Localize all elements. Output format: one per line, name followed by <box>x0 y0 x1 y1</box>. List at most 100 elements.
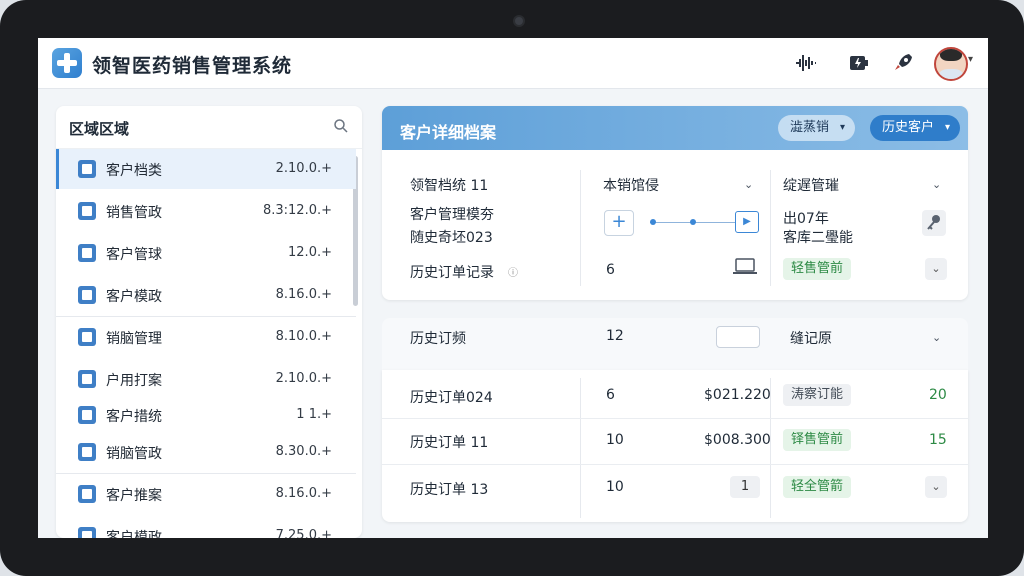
card-title: 客户详细档案 <box>400 123 497 142</box>
detail-field: 6 <box>606 262 615 278</box>
divider <box>382 464 968 465</box>
sidebar-item-label: 销脑管理 <box>106 331 162 347</box>
filter-dropdown[interactable]: 澁蒸销 ▾ <box>778 115 856 141</box>
list-icon <box>78 244 96 262</box>
chevron-down-icon[interactable]: ⌄ <box>744 178 753 191</box>
chevron-down-icon: ▾ <box>944 122 951 133</box>
detail-field: 客库二璺能 <box>783 230 853 246</box>
orders-header-count: 12 <box>606 328 624 344</box>
order-count: 15 <box>929 432 947 448</box>
sidebar-item-value: 8.3:12.0.+ <box>262 203 332 218</box>
flow-dot <box>650 219 656 225</box>
id-card-icon <box>78 202 96 220</box>
detail-field: 历史订单记录 <box>410 265 494 281</box>
input-box[interactable] <box>716 326 760 348</box>
detail-field: 出07年 <box>783 211 829 227</box>
sidebar-item-value: 2.10.0.+ <box>275 371 332 386</box>
chevron-down-icon[interactable]: ⌄ <box>932 331 941 344</box>
sidebar-item-label: 客户模政 <box>106 530 162 538</box>
detail-field: 本销馆侵 <box>603 178 659 194</box>
status-badge: 轻全管箭 <box>783 476 852 498</box>
medical-cross-logo-icon <box>52 48 82 78</box>
status-badge: 铎售管前 <box>783 429 852 451</box>
sidebar-item-customer-model[interactable]: 客户模政 8.16.0.+ <box>56 275 356 315</box>
battery-icon[interactable] <box>847 51 871 75</box>
order-name: 历史订单 13 <box>410 482 489 498</box>
sidebar-item-value: 1 1.+ <box>296 407 332 422</box>
sidebar-item-value: 12.0.+ <box>288 245 332 260</box>
laptop-icon[interactable] <box>732 258 758 276</box>
sidebar-item-user-file[interactable]: 户用打案 2.10.0.+ <box>56 359 356 399</box>
order-amount[interactable]: 1 <box>730 476 760 498</box>
divider <box>580 170 581 286</box>
chevron-down-icon[interactable]: ⌄ <box>925 476 947 498</box>
play-icon[interactable]: ▶ <box>735 211 759 233</box>
status-badge: 涛察订能 <box>783 384 852 406</box>
order-qty: 10 <box>606 432 624 448</box>
sidebar-item-sales[interactable]: 销售管政 8.3:12.0.+ <box>56 191 356 231</box>
doc-icon <box>78 370 96 388</box>
user-avatar[interactable] <box>934 47 968 81</box>
order-name: 历史订单 11 <box>410 435 489 451</box>
search-icon[interactable] <box>332 117 350 135</box>
divider <box>382 418 968 419</box>
sidebar-item-customer-stats[interactable]: 客户措统 1 1.+ <box>56 395 356 435</box>
detail-field: 绽遅管璀 <box>783 178 839 194</box>
order-count: 20 <box>929 387 947 403</box>
sidebar-item-value: 8.30.0.+ <box>275 444 332 459</box>
sidebar-item-value: 8.10.0.+ <box>275 329 332 344</box>
orders-header-title: 历史订频 <box>410 331 466 347</box>
folder-icon <box>78 406 96 424</box>
order-qty: 6 <box>606 387 615 403</box>
sidebar-item-customer-model-2[interactable]: 客户模政 7.25.0.+ <box>56 516 356 538</box>
sidebar-item-value: 8.16.0.+ <box>275 486 332 501</box>
sidebar-item-sales-brain[interactable]: 销脑管理 8.10.0.+ <box>56 317 356 357</box>
history-dropdown-label: 历史客户 <box>882 120 935 135</box>
sidebar-title: 区域区域 <box>69 120 130 138</box>
sidebar-item-customer-archive[interactable]: 客户档类 2.10.0.+ <box>56 149 356 189</box>
orders-header-label: 缝记原 <box>790 331 832 347</box>
top-bar: 领智医药销售管理系统 ▾ <box>38 38 988 89</box>
sidebar-item-label: 户用打案 <box>106 373 162 389</box>
divider <box>580 378 581 518</box>
share-icon <box>78 485 96 503</box>
tablet-frame: 领智医药销售管理系统 ▾ 区域区域 客户档类 2.10.0.+ 销售管政 8.3… <box>0 0 1024 576</box>
network-icon <box>78 328 96 346</box>
order-amount: $008.300 <box>704 432 771 448</box>
sidebar-item-label: 客户措统 <box>106 409 162 425</box>
order-name: 历史订单024 <box>410 390 493 406</box>
sidebar-item-value: 2.10.0.+ <box>275 161 332 176</box>
sidebar-item-value: 8.16.0.+ <box>275 287 332 302</box>
sidebar-item-label: 客户推案 <box>106 488 162 504</box>
chevron-down-icon[interactable]: ⌄ <box>932 178 941 191</box>
detail-field: 随史奇坯023 <box>410 230 493 246</box>
rocket-icon[interactable] <box>891 51 915 75</box>
sidebar-item-customer-push[interactable]: 客户推案 8.16.0.+ <box>56 474 356 514</box>
key-icon[interactable] <box>922 210 946 236</box>
detail-field: 客户管理模夯 <box>410 207 494 223</box>
divider <box>770 170 771 286</box>
sidebar-item-sales-brain-2[interactable]: 销脑管政 8.30.0.+ <box>56 432 356 472</box>
chevron-down-icon: ▾ <box>839 122 846 133</box>
sidebar-item-label: 客户管球 <box>106 247 162 263</box>
sidebar-item-customer-mgmt[interactable]: 客户管球 12.0.+ <box>56 233 356 273</box>
sidebar-item-label: 客户模政 <box>106 289 162 305</box>
flow-dot <box>690 219 696 225</box>
chevron-down-icon[interactable]: ⌄ <box>925 258 947 280</box>
card-header: 客户详细档案 澁蒸销 ▾ 历史客户 ▾ <box>382 106 968 150</box>
app-title: 领智医药销售管理系统 <box>92 55 293 77</box>
waveform-icon[interactable] <box>794 51 818 75</box>
history-customer-dropdown[interactable]: 历史客户 ▾ <box>870 115 961 141</box>
chevron-down-icon[interactable]: ▾ <box>968 54 973 65</box>
sidebar-item-value: 7.25.0.+ <box>275 528 332 538</box>
camera-icon <box>515 17 523 25</box>
add-icon[interactable]: + <box>604 210 634 236</box>
sidebar-item-label: 销售管政 <box>106 205 162 221</box>
order-amount: $021.220 <box>704 387 771 403</box>
sidebar: 区域区域 客户档类 2.10.0.+ 销售管政 8.3:12.0.+ 客户管球 <box>56 106 362 538</box>
sidebar-item-label: 销脑管政 <box>106 446 162 462</box>
filter-dropdown-label: 澁蒸销 <box>790 120 830 135</box>
detail-field: 领智档统 11 <box>410 178 489 194</box>
orders-header-card <box>382 318 968 370</box>
info-icon[interactable]: ⓘ <box>508 264 518 279</box>
